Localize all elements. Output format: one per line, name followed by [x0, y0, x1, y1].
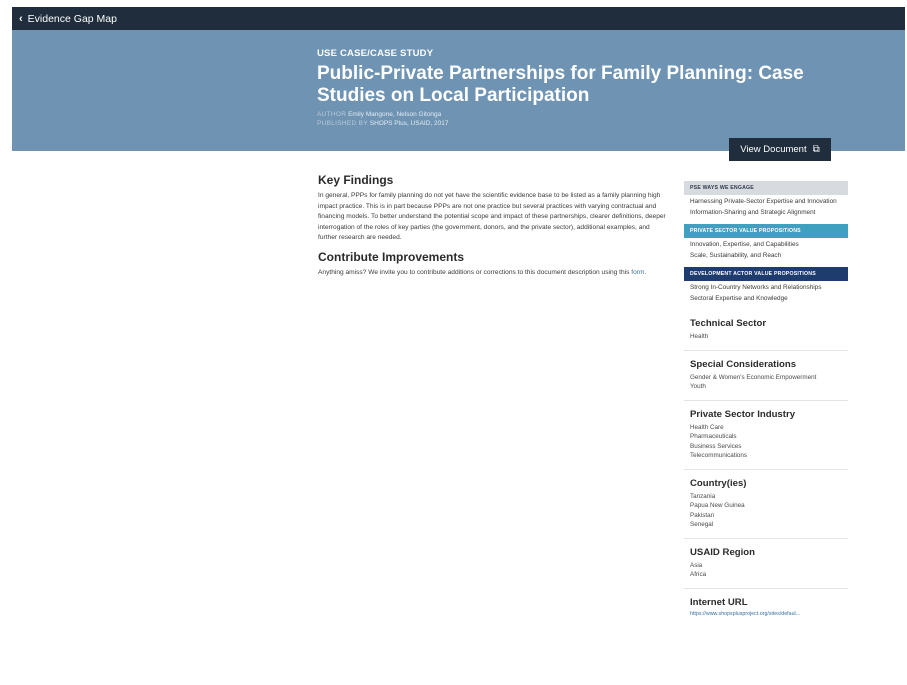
region-item: Africa	[690, 571, 707, 578]
view-document-label: View Document	[740, 144, 807, 155]
country-item: Tanzania	[690, 492, 716, 500]
special-considerations-item: Youth	[690, 383, 706, 390]
internet-url-link[interactable]: https://www.shopsplusproject.org/sites/d…	[690, 611, 842, 617]
contribute-text: Anything amiss? We invite you to contrib…	[318, 268, 668, 279]
pse-ways-item: Harnessing Private-Sector Expertise and …	[690, 198, 837, 205]
contribute-heading: Contribute Improvements	[318, 249, 465, 264]
private-sector-value-item: Scale, Sustainability, and Reach	[690, 251, 782, 259]
technical-sector-item: Health	[690, 333, 709, 340]
authors: Emily Mangone, Nelson Gitonga	[348, 111, 442, 118]
pse-ways-heading: PSE WAYS WE ENGAGE	[684, 181, 848, 195]
view-document-button[interactable]: View Document ⧉	[729, 138, 831, 161]
country-item: Senegal	[690, 521, 714, 528]
development-actor-value-heading: DEVELOPMENT ACTOR VALUE PROPOSITIONS	[684, 267, 848, 281]
document-title: Public-Private Partnerships for Family P…	[317, 63, 804, 106]
industry-item: Telecommunications	[690, 452, 748, 459]
key-findings-text: In general, PPPs for family planning do …	[318, 192, 666, 241]
private-sector-industry-section: Private Sector Industry Health Care Phar…	[684, 401, 848, 470]
document-type: USE CASE/CASE STUDY	[317, 48, 434, 59]
country-item: Papua New Guinea	[690, 502, 745, 509]
industry-item: Health Care	[690, 423, 724, 431]
app-frame: ‹ Evidence Gap Map USE CASE/CASE STUDY P…	[12, 7, 905, 685]
back-to-evidence-gap-map-button[interactable]: ‹ Evidence Gap Map	[12, 13, 117, 25]
chevron-left-icon: ‹	[19, 12, 23, 25]
contribute-text-body: Anything amiss? We invite you to contrib…	[318, 268, 630, 276]
published-label: PUBLISHED BY	[317, 120, 368, 127]
author-label: AUTHOR	[317, 111, 347, 118]
internet-url-section: Internet URL https://www.shopsplusprojec…	[684, 589, 848, 625]
usaid-region-title: USAID Region	[690, 546, 756, 558]
special-considerations-section: Special Considerations Gender & Women's …	[684, 351, 848, 401]
development-actor-value-panel: DEVELOPMENT ACTOR VALUE PROPOSITIONS Str…	[684, 267, 848, 302]
region-item: Asia	[690, 561, 703, 569]
special-considerations-item: Gender & Women's Economic Empowerment	[690, 373, 817, 381]
industry-item: Pharmaceuticals	[690, 433, 737, 440]
key-findings-heading: Key Findings	[318, 173, 394, 187]
private-sector-industry-title: Private Sector Industry	[690, 408, 796, 420]
pse-ways-item: Information-Sharing and Strategic Alignm…	[690, 208, 816, 216]
publisher: SHOPS Plus, USAID, 2017	[369, 120, 449, 127]
development-actor-value-item: Strong In-Country Networks and Relations…	[690, 284, 822, 291]
private-sector-value-heading: PRIVATE SECTOR VALUE PROPOSITIONS	[684, 224, 848, 238]
private-sector-value-item: Innovation, Expertise, and Capabilities	[690, 241, 799, 248]
country-item: Pakistan	[690, 511, 715, 519]
document-sidebar: PSE WAYS WE ENGAGE Harnessing Private-Se…	[684, 181, 848, 625]
usaid-region-section: USAID Region Asia Africa	[684, 539, 848, 589]
technical-sector-section: Technical Sector Health	[684, 310, 848, 351]
development-actor-value-item: Sectoral Expertise and Knowledge	[690, 294, 788, 302]
special-considerations-title: Special Considerations	[690, 358, 797, 370]
pse-ways-panel: PSE WAYS WE ENGAGE Harnessing Private-Se…	[684, 181, 848, 216]
private-sector-value-panel: PRIVATE SECTOR VALUE PROPOSITIONS Innova…	[684, 224, 848, 259]
main-content: Key Findings In general, PPPs for family…	[318, 173, 668, 284]
top-navigation-bar: ‹ Evidence Gap Map	[12, 7, 905, 30]
document-header: USE CASE/CASE STUDY Public-Private Partn…	[12, 30, 905, 151]
document-meta: AUTHOR Emily Mangone, Nelson Gitonga PUB…	[317, 110, 877, 128]
industry-item: Business Services	[690, 442, 742, 450]
countries-title: Country(ies)	[690, 477, 747, 489]
contribute-form-link[interactable]: form	[631, 269, 644, 276]
technical-sector-title: Technical Sector	[690, 318, 767, 329]
external-link-icon: ⧉	[812, 144, 820, 155]
back-button-label: Evidence Gap Map	[27, 12, 117, 25]
internet-url-title: Internet URL	[690, 596, 748, 608]
contribute-text-end: .	[644, 268, 647, 276]
countries-section: Country(ies) Tanzania Papua New Guinea P…	[684, 470, 848, 539]
